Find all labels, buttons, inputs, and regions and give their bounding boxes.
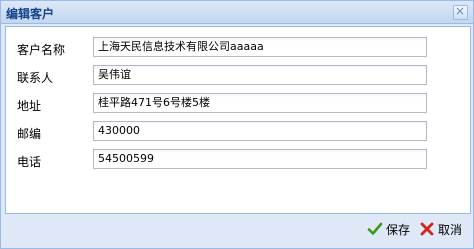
- save-button[interactable]: 保存: [367, 218, 410, 240]
- checkmark-icon: [367, 222, 383, 235]
- address-input[interactable]: 桂平路471号6号楼5楼: [93, 93, 427, 113]
- form-row-phone: 电话 54500599: [6, 149, 470, 171]
- close-icon: ×: [455, 4, 466, 18]
- dialog-title: 编辑客户: [6, 7, 55, 21]
- cancel-button[interactable]: 取消: [419, 218, 462, 240]
- postcode-label: 邮编: [17, 127, 42, 141]
- close-button[interactable]: ×: [453, 4, 468, 20]
- contact-input[interactable]: 吴伟谊: [93, 65, 427, 85]
- address-label: 地址: [17, 99, 42, 113]
- save-button-label: 保存: [386, 222, 411, 237]
- form-panel: 客户名称 上海天民信息技术有限公司aaaaa 联系人 吴伟谊 地址 桂平路471…: [5, 26, 471, 214]
- postcode-input[interactable]: 430000: [93, 121, 427, 141]
- cancel-x-icon: [420, 222, 434, 236]
- customer-name-label: 客户名称: [17, 43, 66, 57]
- customer-name-input[interactable]: 上海天民信息技术有限公司aaaaa: [93, 37, 427, 57]
- contact-label: 联系人: [17, 71, 54, 85]
- form-row-customer-name: 客户名称 上海天民信息技术有限公司aaaaa: [6, 37, 470, 59]
- dialog-footer: 保存 取消: [1, 214, 473, 248]
- dialog-titlebar[interactable]: 编辑客户 ×: [1, 1, 473, 24]
- phone-label: 电话: [17, 155, 42, 169]
- form-row-postcode: 邮编 430000: [6, 121, 470, 143]
- form-row-contact: 联系人 吴伟谊: [6, 65, 470, 87]
- edit-customer-dialog: 编辑客户 × 客户名称 上海天民信息技术有限公司aaaaa 联系人 吴伟谊 地址…: [0, 0, 474, 249]
- cancel-button-label: 取消: [438, 222, 463, 237]
- phone-input[interactable]: 54500599: [93, 149, 427, 169]
- form-row-address: 地址 桂平路471号6号楼5楼: [6, 93, 470, 115]
